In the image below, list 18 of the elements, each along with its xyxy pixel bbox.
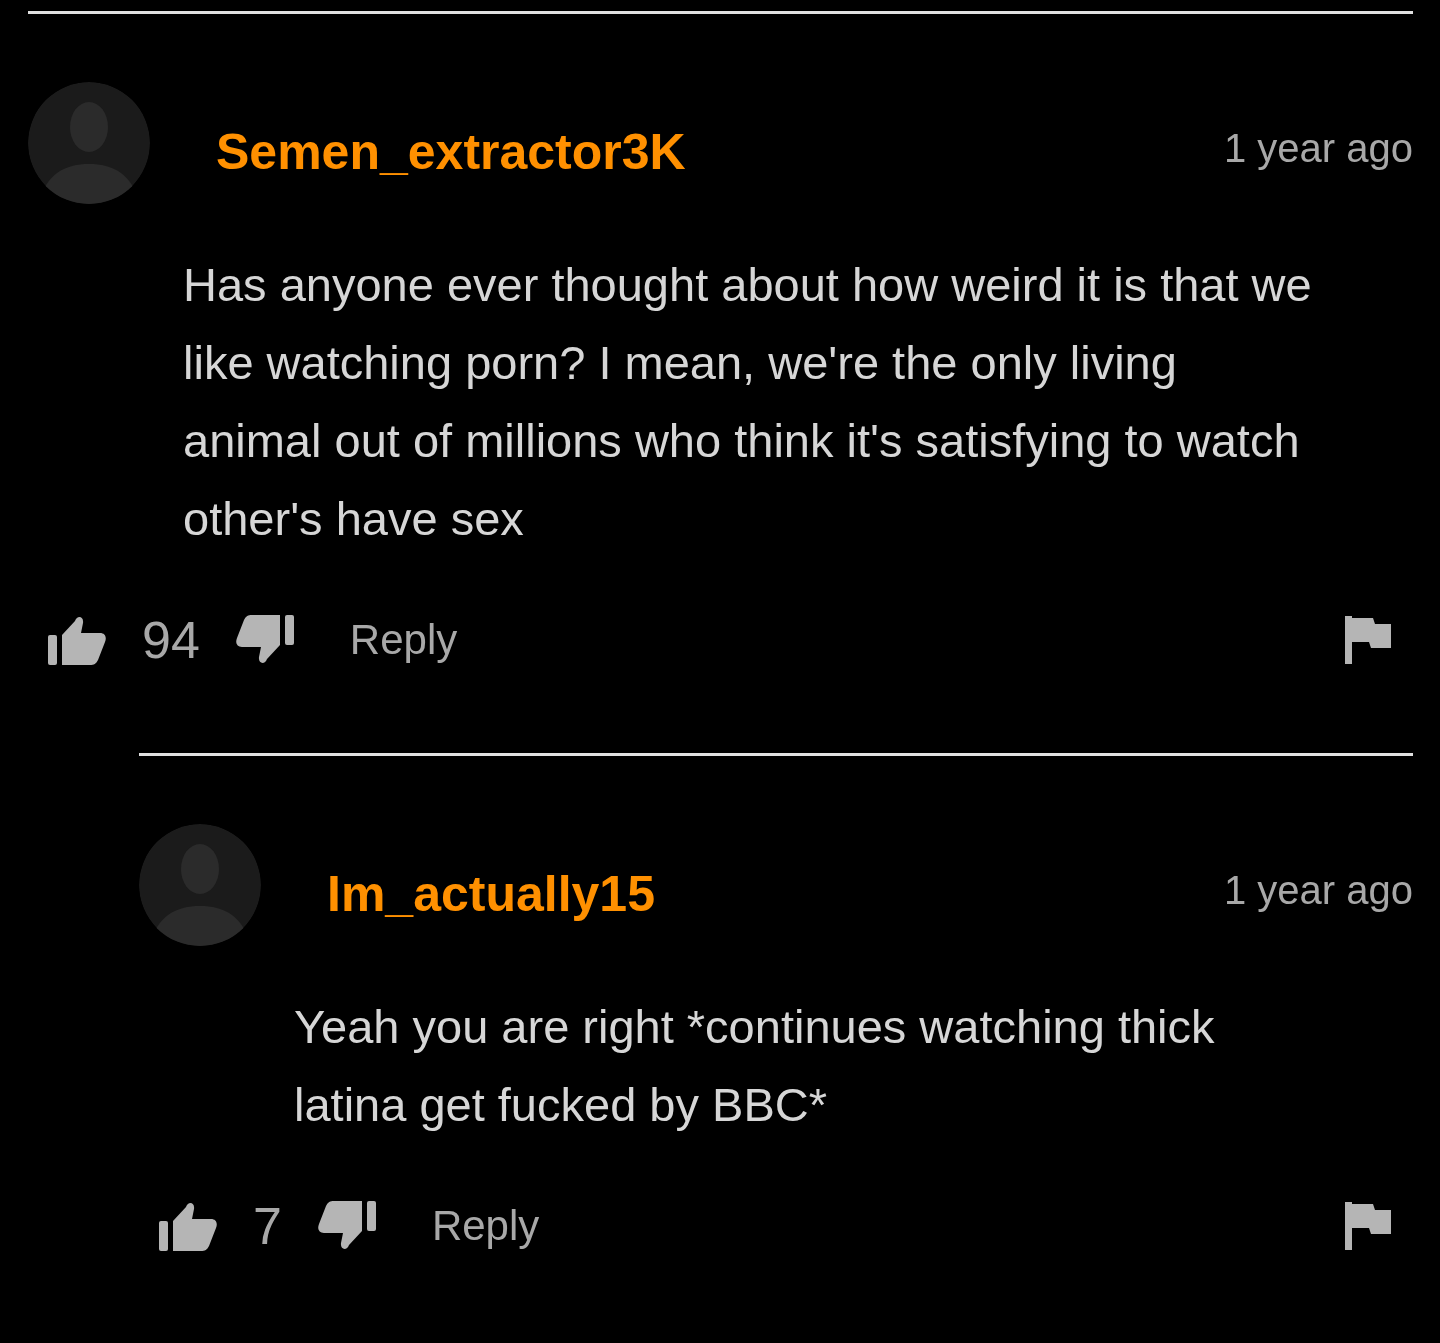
avatar-icon xyxy=(28,82,150,204)
flag-icon[interactable] xyxy=(1345,616,1391,664)
thumbs-up-icon[interactable] xyxy=(159,1201,217,1251)
reply-link[interactable]: Reply xyxy=(431,1205,540,1247)
vote-count: 7 xyxy=(253,1200,282,1252)
thumbs-down-icon[interactable] xyxy=(317,1201,376,1251)
thumbs-down-icon[interactable] xyxy=(235,615,294,665)
flag-icon[interactable] xyxy=(1345,1202,1391,1250)
vote-count: 94 xyxy=(142,614,200,666)
comment-text: Has anyone ever thought about how weird it is that we like watching porn? I mean, we're the only living animal out of millions who think it's satisfying to watch other's have sex xyxy=(183,257,1313,547)
timestamp: 1 year ago xyxy=(1223,870,1413,910)
thumbs-up-icon[interactable] xyxy=(48,615,106,665)
username[interactable]: Semen_extractor3K xyxy=(216,127,686,177)
timestamp: 1 year ago xyxy=(1223,128,1413,168)
reply-link[interactable]: Reply xyxy=(349,619,458,661)
avatar-icon xyxy=(139,824,261,946)
username[interactable]: Im_actually15 xyxy=(327,869,655,919)
comment-text: Yeah you are right *continues watching thick latina get fucked by BBC* xyxy=(294,999,1216,1133)
